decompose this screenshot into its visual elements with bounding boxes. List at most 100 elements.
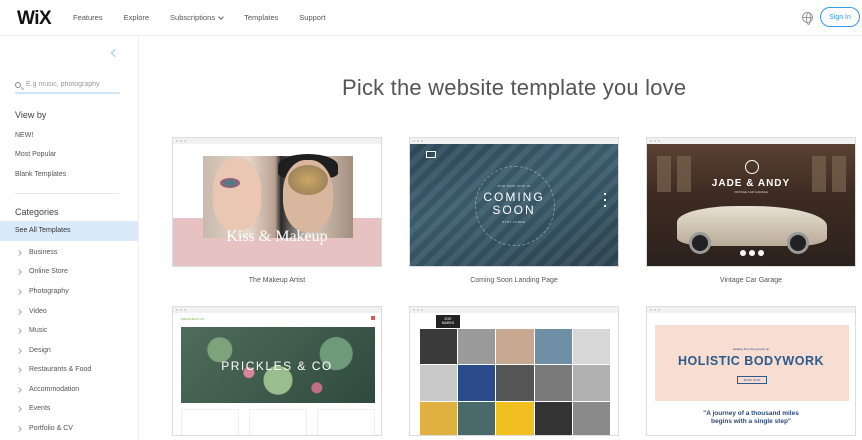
template-caption[interactable]: Coming Soon Landing Page [409, 277, 619, 284]
thumb-subtitle: VINTAGE CAR GARAGE [734, 190, 768, 194]
nav-features-label: Features [73, 13, 103, 22]
thumb-quote-line2: begins with a single step" [710, 418, 791, 425]
template-thumbnail[interactable]: Kiss & Makeup [172, 137, 382, 267]
nav-features[interactable]: Features [73, 13, 103, 22]
thumb-button: BOOK NOW [737, 376, 767, 384]
globe-icon[interactable] [802, 12, 813, 25]
sidebar-divider [15, 193, 119, 194]
page-title: Pick the website template you love [342, 75, 687, 100]
category-restaurants-food[interactable]: Restaurants & Food [16, 366, 92, 373]
template-card-makeup-artist[interactable]: Kiss & Makeup The Makeup Artist [172, 137, 382, 284]
template-card-zoe-marks[interactable]: ZOE MARKS [409, 306, 619, 436]
nav-templates-label: Templates [244, 13, 279, 22]
sidebar: View by NEW! Most Popular Blank Template… [0, 37, 139, 440]
category-photography[interactable]: Photography [16, 288, 69, 295]
template-card-prickles-co[interactable]: PRICKLES & CO. PRICKLES & CO [172, 306, 382, 436]
categories-heading: Categories [15, 207, 59, 217]
thumb-title: Kiss & Makeup [226, 228, 328, 245]
nav-subscriptions[interactable]: Subscriptions [170, 13, 224, 22]
template-search [15, 77, 120, 94]
thumb-car-wheel [787, 232, 809, 254]
search-icon [15, 81, 21, 88]
wrench-icon [745, 160, 759, 174]
category-design[interactable]: Design [16, 347, 51, 354]
chevron-right-icon [16, 327, 22, 334]
template-thumbnail[interactable]: Healing from the ground up HOLISTIC BODY… [646, 306, 856, 436]
nav-explore-label: Explore [123, 13, 150, 22]
view-by-new[interactable]: NEW! [15, 132, 33, 139]
category-portfolio-cv[interactable]: Portfolio & CV [16, 425, 73, 432]
thumb-product [317, 409, 375, 435]
thumb-quote: "A journey of a thousand miles begins wit… [647, 410, 855, 426]
thumb-product [249, 409, 307, 435]
category-business[interactable]: Business [16, 249, 58, 256]
social-icon [758, 250, 764, 256]
thumb-logo: ZOE MARKS [436, 315, 460, 328]
template-caption[interactable]: Vintage Car Garage [646, 277, 856, 284]
thumb-model-right [283, 160, 333, 232]
template-card-holistic-bodywork[interactable]: Healing from the ground up HOLISTIC BODY… [646, 306, 856, 436]
nav-explore[interactable]: Explore [124, 13, 149, 22]
chevron-right-icon [16, 405, 22, 412]
category-label: Video [29, 308, 47, 315]
category-online-store[interactable]: Online Store [16, 268, 68, 275]
top-bar: WiX Features Explore Subscriptions Templ… [0, 0, 862, 36]
search-input[interactable] [26, 81, 118, 88]
thumb-title: JADE & ANDY [711, 178, 791, 189]
template-card-vintage-car-garage[interactable]: JADE & ANDY VINTAGE CAR GARAGE Vintage C… [646, 137, 856, 284]
thumb-car-wheel [689, 232, 711, 254]
nav-support-label: Support [299, 13, 326, 22]
category-label: Music [29, 327, 48, 334]
nav-support[interactable]: Support [299, 13, 325, 22]
social-icon [740, 250, 746, 256]
category-label: Portfolio & CV [29, 425, 73, 432]
thumb-model-left [213, 158, 261, 230]
category-label: Restaurants & Food [29, 366, 92, 373]
view-by-blank-templates[interactable]: Blank Templates [15, 171, 66, 178]
view-by-most-popular[interactable]: Most Popular [15, 151, 56, 158]
category-label: Events [29, 405, 51, 412]
thumb-title: HOLISTIC BODYWORK [678, 354, 824, 368]
cart-icon [371, 316, 375, 320]
thumb-small-text: Healing from the ground up [732, 347, 770, 351]
template-thumbnail[interactable]: JADE & ANDY VINTAGE CAR GARAGE [646, 137, 856, 267]
template-thumbnail[interactable]: OUR NEW SITE IS COMING SOON STAY TUNED [409, 137, 619, 267]
wix-logo[interactable]: WiX [17, 8, 52, 30]
chevron-right-icon [16, 366, 22, 373]
thumb-small-text-2: STAY TUNED [502, 220, 526, 224]
thumb-small-text: OUR NEW SITE IS [497, 184, 531, 188]
category-label: Business [29, 249, 58, 256]
category-label: Accommodation [29, 386, 80, 393]
category-see-all-label: See All Templates [15, 227, 71, 234]
thumb-header [647, 313, 855, 325]
nav-templates[interactable]: Templates [244, 13, 278, 22]
category-music[interactable]: Music [16, 327, 48, 334]
category-label: Online Store [29, 268, 68, 275]
view-by-heading: View by [15, 110, 47, 120]
thumb-quote-line1: "A journey of a thousand miles [703, 410, 799, 417]
chevron-right-icon [16, 268, 22, 275]
sign-in-button[interactable]: Sign In [820, 7, 860, 27]
chevron-right-icon [16, 386, 22, 393]
chevron-right-icon [16, 425, 22, 432]
template-thumbnail[interactable]: ZOE MARKS [409, 306, 619, 436]
chevron-right-icon [16, 249, 22, 256]
category-accommodation[interactable]: Accommodation [16, 386, 80, 393]
template-card-coming-soon[interactable]: OUR NEW SITE IS COMING SOON STAY TUNED C… [409, 137, 619, 284]
template-caption[interactable]: The Makeup Artist [172, 277, 382, 284]
category-label: Photography [29, 288, 69, 295]
category-events[interactable]: Events [16, 405, 51, 412]
category-see-all-templates[interactable]: See All Templates [0, 221, 138, 241]
category-video[interactable]: Video [16, 308, 47, 315]
main-nav: Features Explore Subscriptions Templates… [73, 13, 347, 22]
chevron-right-icon [16, 288, 22, 295]
social-icon [749, 250, 755, 256]
template-thumbnail[interactable]: PRICKLES & CO. PRICKLES & CO [172, 306, 382, 436]
collapse-sidebar-icon[interactable] [110, 48, 120, 58]
thumb-header [173, 144, 381, 156]
nav-subscriptions-label: Subscriptions [170, 13, 216, 22]
chevron-right-icon [16, 347, 22, 354]
thumb-logo [426, 151, 436, 158]
thumb-title: PRICKLES & CO [221, 359, 333, 373]
chevron-down-icon [218, 13, 224, 20]
